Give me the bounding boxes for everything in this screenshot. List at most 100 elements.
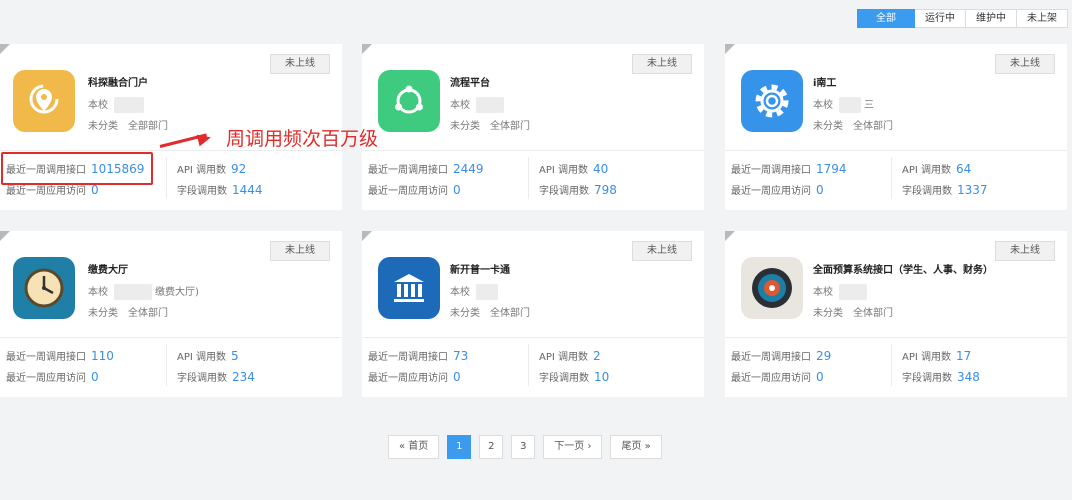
status-badge[interactable]: 未上线 xyxy=(995,241,1055,261)
corner-marker xyxy=(0,44,10,54)
weekly-visit-stat: 最近一周应用访问 0 xyxy=(6,369,99,384)
api-count-stat: API 调用数 64 xyxy=(902,161,971,176)
card-divider xyxy=(725,150,1067,151)
weekly-api-label: 最近一周调用接口 xyxy=(368,352,448,363)
status-badge[interactable]: 未上线 xyxy=(995,54,1055,74)
pagination: « 首页 1 2 3 下一页 › 尾页 » xyxy=(388,435,662,459)
filter-maintenance[interactable]: 维护中 xyxy=(966,9,1017,28)
category-label: 未分类 xyxy=(88,121,118,132)
api-count-stat: API 调用数 17 xyxy=(902,348,971,363)
status-badge[interactable]: 未上线 xyxy=(632,54,692,74)
school-label: 本校 xyxy=(88,287,108,298)
status-badge[interactable]: 未上线 xyxy=(632,241,692,261)
weekly-visit-value: 0 xyxy=(453,370,461,384)
api-count-label: API 调用数 xyxy=(177,165,226,176)
status-badge[interactable]: 未上线 xyxy=(270,241,330,261)
redacted-block xyxy=(114,97,144,113)
school-suffix: 三 xyxy=(864,100,874,111)
weekly-visit-label: 最近一周应用访问 xyxy=(6,186,86,197)
school-label: 本校 xyxy=(88,100,108,111)
app-title: 科探融合门户 xyxy=(88,78,148,89)
app-categories: 未分类 全体部门 xyxy=(813,304,893,319)
api-count-value: 17 xyxy=(956,349,972,363)
category-label: 未分类 xyxy=(450,121,480,132)
app-categories: 未分类 全体部门 xyxy=(450,304,530,319)
page-3-button[interactable]: 3 xyxy=(511,435,536,459)
field-count-label: 字段调用数 xyxy=(902,186,952,197)
api-count-value: 2 xyxy=(593,349,601,363)
corner-marker xyxy=(725,44,735,54)
api-count-stat: API 调用数 5 xyxy=(177,348,239,363)
field-count-label: 字段调用数 xyxy=(539,373,589,384)
field-count-stat: 字段调用数 798 xyxy=(539,182,617,197)
filter-running[interactable]: 运行中 xyxy=(915,9,966,28)
gear-icon xyxy=(741,70,803,132)
app-categories: 未分类 全体部门 xyxy=(88,304,168,319)
corner-marker xyxy=(362,44,372,54)
app-school: 本校 三 xyxy=(813,96,874,113)
weekly-api-value: 1794 xyxy=(816,162,847,176)
weekly-visit-label: 最近一周应用访问 xyxy=(731,186,811,197)
weekly-visit-label: 最近一周应用访问 xyxy=(6,373,86,384)
status-badge[interactable]: 未上线 xyxy=(270,54,330,74)
app-card[interactable]: 未上线 缴费大厅 本校 缴费大厅) 未分类 全体部门 最近一周调用接口 110 最近一… xyxy=(0,231,342,397)
category-label: 未分类 xyxy=(88,308,118,319)
app-categories: 未分类 全体部门 xyxy=(450,117,530,132)
app-title: 缴费大厅 xyxy=(88,265,128,276)
redacted-block xyxy=(114,284,152,300)
app-school: 本校 缴费大厅) xyxy=(88,283,199,300)
weekly-api-stat: 最近一周调用接口 1794 xyxy=(731,161,847,176)
field-count-value: 348 xyxy=(957,370,980,384)
api-count-label: API 调用数 xyxy=(539,165,588,176)
dept-label: 全体部门 xyxy=(128,308,168,319)
field-count-label: 字段调用数 xyxy=(177,373,227,384)
stat-separator xyxy=(528,344,529,386)
category-label: 未分类 xyxy=(813,121,843,132)
api-count-value: 40 xyxy=(593,162,609,176)
api-count-label: API 调用数 xyxy=(177,352,226,363)
corner-marker xyxy=(0,231,10,241)
dept-label: 全体部门 xyxy=(490,121,530,132)
page-2-button[interactable]: 2 xyxy=(479,435,504,459)
weekly-visit-value: 0 xyxy=(453,183,461,197)
field-count-stat: 字段调用数 1337 xyxy=(902,182,988,197)
last-page-button[interactable]: 尾页 » xyxy=(610,435,662,459)
weekly-api-stat: 最近一周调用接口 2449 xyxy=(368,161,484,176)
weekly-visit-value: 0 xyxy=(91,370,99,384)
card-divider xyxy=(362,150,704,151)
app-school: 本校 xyxy=(450,96,504,113)
weekly-api-value: 2449 xyxy=(453,162,484,176)
app-card[interactable]: 未上线 全面预算系统接口（学生、人事、财务） 本校 未分类 全体部门 最近一周调用… xyxy=(725,231,1067,397)
filter-all[interactable]: 全部 xyxy=(857,9,915,28)
field-count-value: 10 xyxy=(594,370,610,384)
field-count-stat: 字段调用数 348 xyxy=(902,369,980,384)
dept-label: 全部部门 xyxy=(128,121,168,132)
app-card[interactable]: 未上线 新开普一卡通 本校 未分类 全体部门 最近一周调用接口 73 最近一周应用访… xyxy=(362,231,704,397)
weekly-api-stat: 最近一周调用接口 29 xyxy=(731,348,831,363)
page-1-button[interactable]: 1 xyxy=(447,435,472,459)
weekly-api-value: 73 xyxy=(453,349,469,363)
weekly-visit-label: 最近一周应用访问 xyxy=(368,186,448,197)
field-count-value: 1337 xyxy=(957,183,988,197)
weekly-visit-stat: 最近一周应用访问 0 xyxy=(731,369,824,384)
dept-label: 全体部门 xyxy=(490,308,530,319)
stat-separator xyxy=(166,344,167,386)
app-card[interactable]: 未上线 i南工 本校 三 未分类 全体部门 最近一周调用接口 1794 最近一周应用访… xyxy=(725,44,1067,210)
app-card[interactable]: 未上线 流程平台 本校 未分类 全体部门 最近一周调用接口 2449 最近一周应用访… xyxy=(362,44,704,210)
app-school: 本校 xyxy=(88,96,144,113)
weekly-visit-value: 0 xyxy=(816,183,824,197)
stat-separator xyxy=(891,157,892,199)
weekly-visit-value: 0 xyxy=(816,370,824,384)
weekly-api-label: 最近一周调用接口 xyxy=(368,165,448,176)
next-page-button[interactable]: 下一页 › xyxy=(543,435,603,459)
status-filter-bar: 全部 运行中 维护中 未上架 xyxy=(857,9,1068,28)
filter-unlisted[interactable]: 未上架 xyxy=(1017,9,1068,28)
field-count-value: 1444 xyxy=(232,183,263,197)
category-label: 未分类 xyxy=(813,308,843,319)
api-count-label: API 调用数 xyxy=(902,352,951,363)
app-title: 流程平台 xyxy=(450,78,490,89)
api-count-value: 5 xyxy=(231,349,239,363)
first-page-button[interactable]: « 首页 xyxy=(388,435,440,459)
app-title: i南工 xyxy=(813,78,837,89)
app-school: 本校 xyxy=(450,283,498,300)
